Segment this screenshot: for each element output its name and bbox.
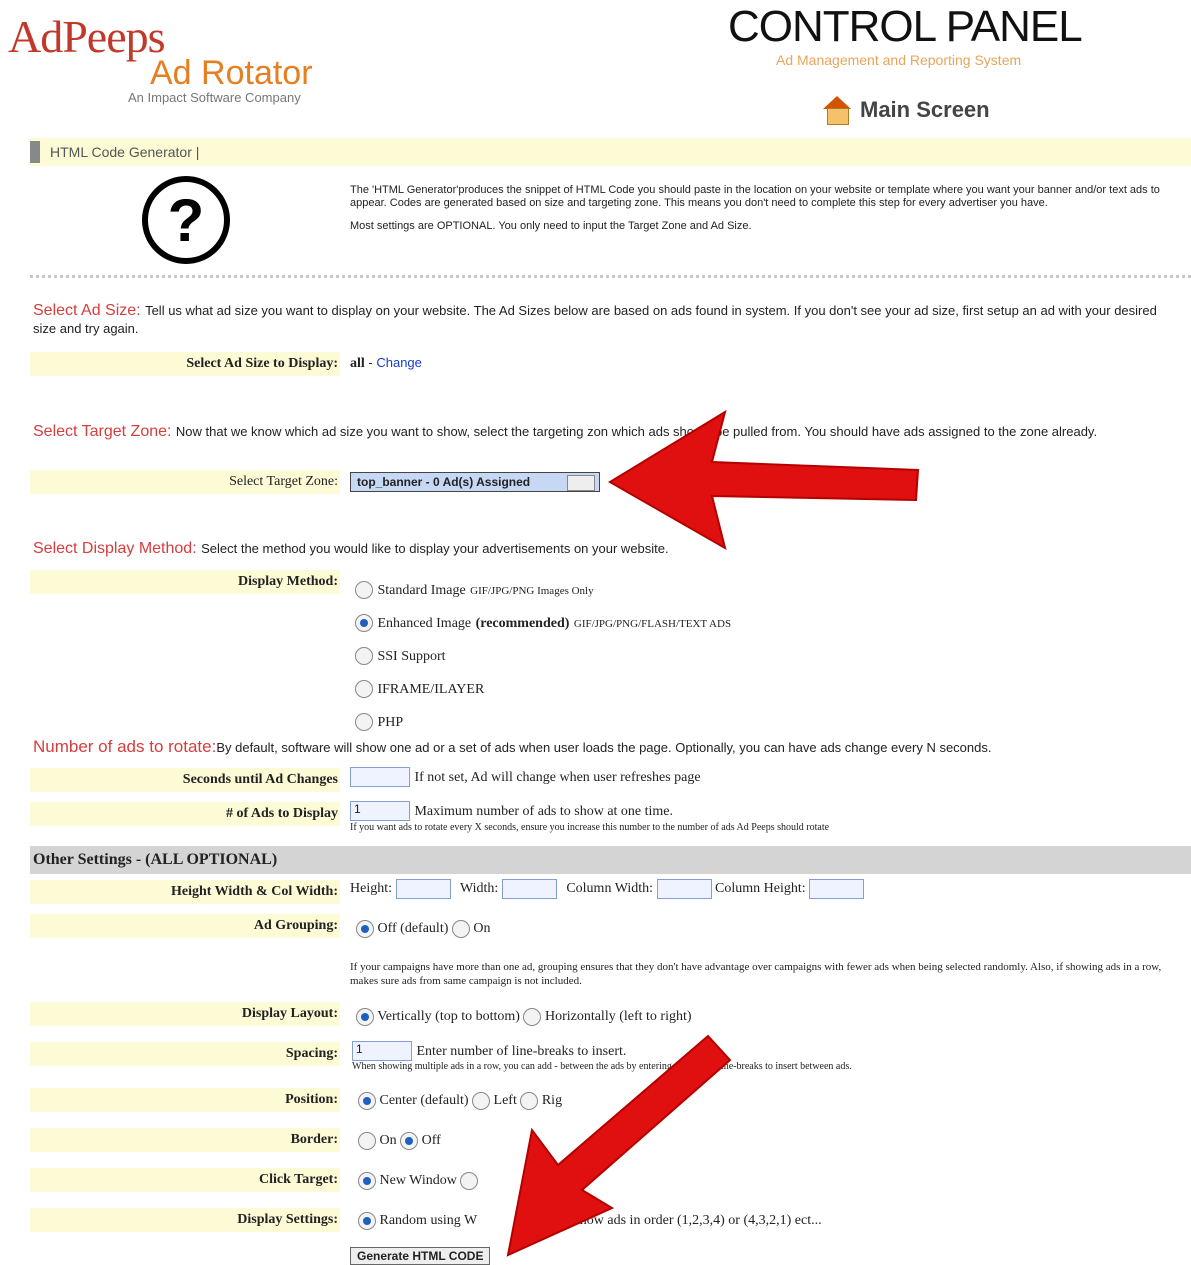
arrow-generate xyxy=(506,1034,732,1257)
annotation-arrows xyxy=(506,409,920,1257)
arrow-target-zone xyxy=(608,409,920,551)
arrow-icon-2 xyxy=(506,1034,732,1257)
arrow-icon-1 xyxy=(608,409,920,551)
